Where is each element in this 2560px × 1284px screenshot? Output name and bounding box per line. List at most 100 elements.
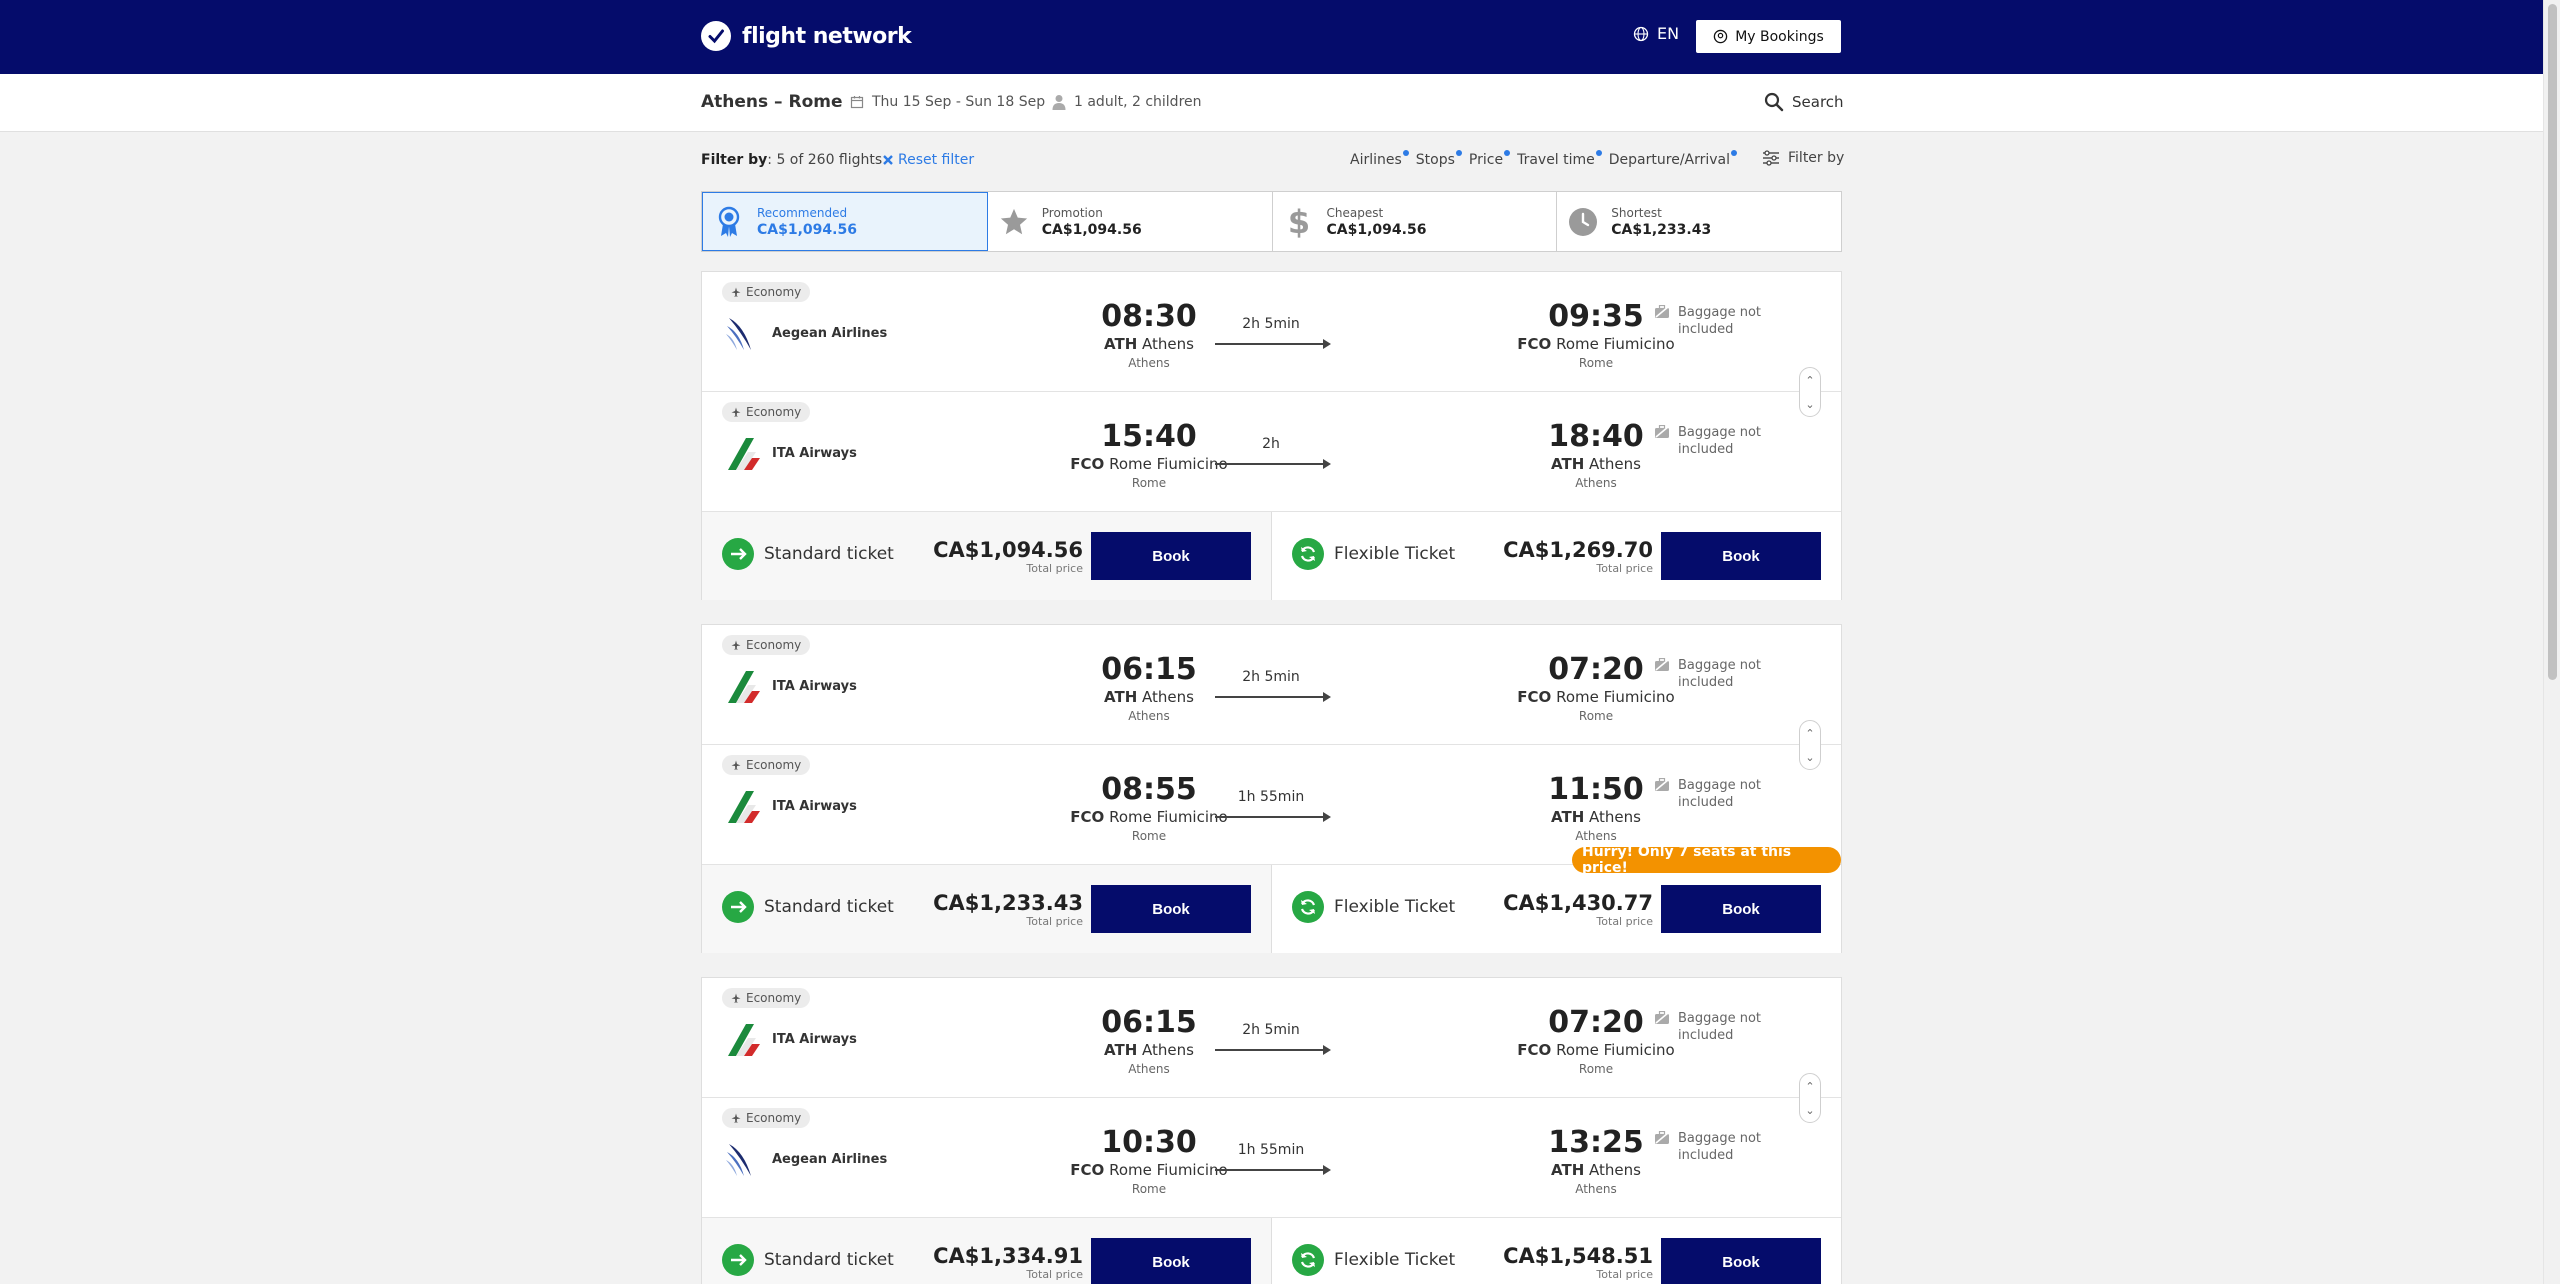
standard-fare-title: Standard ticket [722, 1244, 894, 1276]
ita-airways-logo [728, 438, 760, 470]
cabin-label: Economy [746, 1111, 802, 1125]
chevron-up-icon[interactable]: ⌃ [1805, 1080, 1814, 1093]
my-bookings-button[interactable]: My Bookings [1696, 20, 1841, 53]
scrollbar-thumb[interactable] [2548, 4, 2557, 680]
departure-airport-code: FCO [1070, 455, 1105, 473]
sliders-icon [1763, 150, 1779, 166]
departure-city: Athens [1128, 709, 1170, 723]
flexible-fare-title: Flexible Ticket [1292, 1244, 1455, 1276]
departure-airport: Rome Fiumicino [1109, 1161, 1228, 1179]
standard-fare: Standard ticket CA$1,233.43 Total price … [702, 865, 1271, 953]
airline-name: ITA Airways [772, 798, 857, 814]
airline-name: ITA Airways [772, 1031, 857, 1047]
tab-promotion[interactable]: Promotion CA$1,094.56 [988, 192, 1273, 251]
baggage-info: Baggage not included [1654, 777, 1768, 811]
travel-dates[interactable]: Thu 15 Sep - Sun 18 Sep [850, 94, 1045, 110]
departure-city: Athens [1128, 1062, 1170, 1076]
tab-recommended-price: CA$1,094.56 [757, 221, 857, 238]
filter-chip-travel-time[interactable]: Travel time [1517, 150, 1602, 168]
chevron-down-icon[interactable]: ⌄ [1805, 1104, 1814, 1117]
flexible-price-block: CA$1,430.77 Total price [1503, 891, 1653, 928]
book-standard-button[interactable]: Book [1091, 1238, 1251, 1284]
filter-chip-price[interactable]: Price [1469, 150, 1511, 168]
plane-badge-icon [722, 1244, 754, 1276]
duration-arrow [1215, 1045, 1331, 1055]
standard-fare: Standard ticket CA$1,334.91 Total price … [702, 1218, 1271, 1284]
filter-chip-departure-arrival[interactable]: Departure/Arrival [1609, 150, 1738, 168]
standard-price-block: CA$1,094.56 Total price [933, 538, 1083, 575]
filter-chip-stops[interactable]: Stops [1416, 150, 1463, 168]
my-bookings-label: My Bookings [1735, 28, 1824, 45]
book-flexible-button[interactable]: Book [1661, 885, 1821, 933]
filter-by-label: Filter by [701, 152, 768, 168]
chevron-up-icon[interactable]: ⌃ [1805, 727, 1814, 740]
arrival-city: Athens [1575, 476, 1617, 490]
close-icon [883, 155, 893, 165]
ita-airways-logo [728, 791, 760, 823]
tab-cheapest-price: CA$1,094.56 [1326, 221, 1427, 238]
tab-shortest[interactable]: Shortest CA$1,233.43 [1557, 192, 1841, 251]
flexible-fare: Flexible Ticket CA$1,548.51 Total price … [1271, 1218, 1841, 1284]
baggage-info: Baggage not included [1654, 424, 1768, 458]
flight-result-card: Economy ITA Airways 06:15 ATH Athens Ath… [701, 624, 1842, 953]
flexible-fare-label: Flexible Ticket [1334, 897, 1456, 917]
search-button[interactable]: Search [1764, 92, 1844, 112]
language-label: EN [1657, 24, 1680, 43]
book-standard-button[interactable]: Book [1091, 885, 1251, 933]
plane-icon [731, 760, 741, 770]
route-title: Athens – Rome [701, 92, 843, 112]
cabin-badge: Economy [722, 1108, 811, 1128]
departure-city: Athens [1128, 356, 1170, 370]
cabin-label: Economy [746, 638, 802, 652]
baggage-info: Baggage not included [1654, 657, 1768, 691]
cabin-label: Economy [746, 405, 802, 419]
ita-airways-logo [728, 671, 760, 703]
leg-scroll-control[interactable]: ⌃ ⌄ [1799, 720, 1821, 770]
return-leg: Economy ITA Airways 15:40 FCO Rome Fiumi… [702, 392, 1841, 512]
tab-shortest-label: Shortest [1611, 205, 1662, 220]
arrival-city: Rome [1578, 709, 1614, 723]
reset-filter-label: Reset filter [898, 152, 975, 168]
brand-name: flight network [742, 23, 912, 49]
chevron-up-icon[interactable]: ⌃ [1805, 374, 1814, 387]
language-selector[interactable]: EN [1633, 24, 1679, 43]
flexible-fare-label: Flexible Ticket [1334, 1250, 1456, 1270]
brand-logo[interactable]: flight network [701, 21, 912, 51]
arrival-airport-code: FCO [1517, 688, 1552, 706]
baggage-icon [1655, 658, 1669, 671]
duration-arrow [1215, 692, 1331, 702]
urgency-badge: Hurry! Only 7 seats at this price! [1572, 844, 1841, 876]
book-flexible-button[interactable]: Book [1661, 532, 1821, 580]
chevron-down-icon[interactable]: ⌄ [1805, 398, 1814, 411]
baggage-label: Baggage not included [1678, 305, 1762, 337]
flight-count: : 5 of 260 flights [767, 152, 883, 168]
arrival-airport: Athens [1589, 1161, 1641, 1179]
page-scrollbar[interactable] [2543, 0, 2560, 1284]
chevron-down-icon[interactable]: ⌄ [1805, 751, 1814, 764]
filter-by-button[interactable]: Filter by [1762, 150, 1844, 166]
passenger-count[interactable]: 1 adult, 2 children [1052, 94, 1202, 110]
fare-options: Standard ticket CA$1,233.43 Total price … [702, 865, 1841, 953]
filter-chip-airlines[interactable]: Airlines [1350, 150, 1409, 168]
arrival-airport: Athens [1589, 808, 1641, 826]
outbound-leg: Economy ITA Airways 06:15 ATH Athens Ath… [702, 625, 1841, 745]
tab-cheapest[interactable]: $ Cheapest CA$1,094.56 [1273, 192, 1558, 251]
flexible-price: CA$1,548.51 [1503, 1244, 1653, 1268]
cabin-badge: Economy [722, 988, 811, 1008]
plane-icon [731, 640, 741, 650]
calendar-icon [850, 96, 864, 109]
airline-info: ITA Airways [724, 787, 857, 825]
tab-recommended[interactable]: Recommended CA$1,094.56 [702, 192, 988, 251]
flight-result-card: Economy ITA Airways 06:15 ATH Athens Ath… [701, 977, 1842, 1284]
leg-scroll-control[interactable]: ⌃ ⌄ [1799, 367, 1821, 417]
dollar-icon: $ [1283, 205, 1315, 239]
arrival-airport-code: ATH [1551, 1161, 1585, 1179]
reset-filter-link[interactable]: Reset filter [882, 152, 974, 168]
arrival-airport-code: FCO [1517, 1041, 1552, 1059]
departure-airport-code: ATH [1104, 688, 1138, 706]
book-flexible-button[interactable]: Book [1661, 1238, 1821, 1284]
book-standard-button[interactable]: Book [1091, 532, 1251, 580]
departure-info: 10:30 FCO Rome Fiumicino Rome [1049, 1126, 1249, 1197]
leg-scroll-control[interactable]: ⌃ ⌄ [1799, 1073, 1821, 1123]
search-icon [1764, 92, 1784, 112]
